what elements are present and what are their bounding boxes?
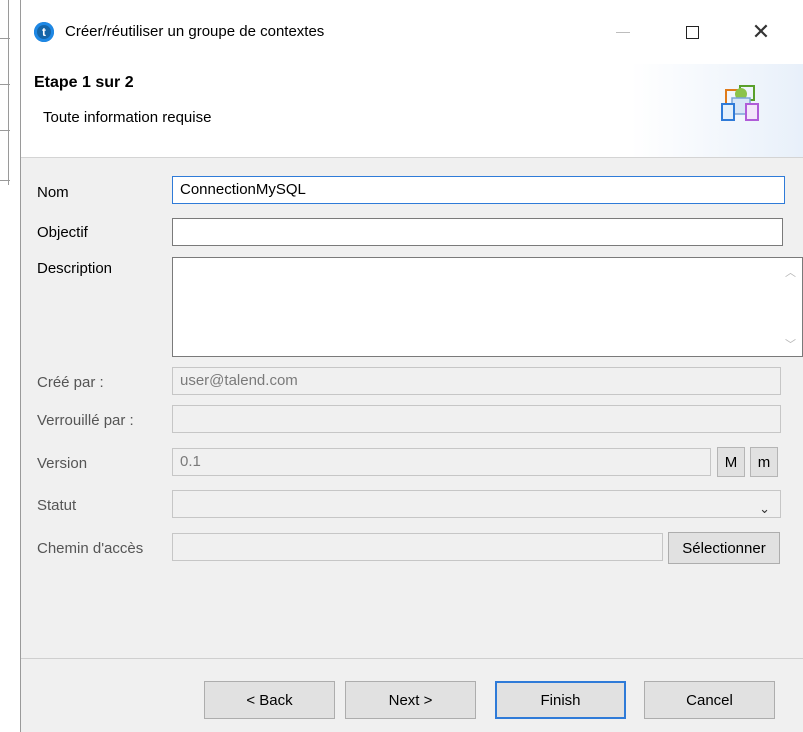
background-tick: [0, 180, 10, 181]
nom-input[interactable]: ConnectionMySQL: [172, 176, 785, 204]
context-group-icon: [721, 85, 759, 121]
finish-button[interactable]: Finish: [495, 681, 626, 719]
close-button[interactable]: ✕: [739, 14, 783, 50]
major-version-button[interactable]: M: [717, 447, 745, 477]
cree-par-field: user@talend.com: [172, 367, 781, 395]
version-field: 0.1: [172, 448, 711, 476]
background-tick: [0, 38, 10, 39]
cree-par-label: Créé par :: [37, 374, 104, 391]
background-tick: [0, 130, 10, 131]
chemin-field: [172, 533, 663, 561]
description-label: Description: [37, 260, 113, 277]
window-title: Créer/réutiliser un groupe de contextes: [65, 23, 325, 40]
chevron-down-icon: ⌄: [759, 501, 770, 516]
create-context-group-dialog: t Créer/réutiliser un groupe de contexte…: [20, 0, 803, 732]
step-subtitle: Toute information requise: [43, 109, 212, 126]
close-icon: ✕: [751, 19, 771, 44]
chemin-label: Chemin d'accès: [37, 540, 144, 557]
nom-label: Nom: [37, 184, 69, 201]
wizard-header: Etape 1 sur 2 Toute information requise: [21, 64, 803, 158]
minor-version-button[interactable]: m: [750, 447, 778, 477]
version-label: Version: [37, 455, 88, 472]
description-textarea[interactable]: ︿ ﹀: [172, 257, 803, 357]
next-button[interactable]: Next >: [345, 681, 476, 719]
background-border: [8, 0, 9, 185]
scroll-down-icon[interactable]: ﹀: [785, 336, 796, 352]
background-tick: [0, 84, 10, 85]
maximize-icon: [685, 25, 699, 39]
statut-select[interactable]: ⌄: [172, 490, 781, 518]
verrouille-par-field: [172, 405, 781, 433]
maximize-button[interactable]: [670, 14, 714, 50]
verrouille-par-label: Verrouillé par :: [37, 412, 134, 429]
statut-label: Statut: [37, 497, 77, 514]
objectif-label: Objectif: [37, 224, 88, 241]
cancel-button[interactable]: Cancel: [644, 681, 775, 719]
minimize-icon: [616, 31, 630, 33]
back-button[interactable]: < Back: [204, 681, 335, 719]
minimize-button[interactable]: [601, 14, 645, 50]
talend-app-icon: t: [34, 22, 54, 42]
selectionner-button[interactable]: Sélectionner: [668, 532, 780, 564]
title-bar: t Créer/réutiliser un groupe de contexte…: [21, 0, 803, 64]
footer-separator: [21, 658, 803, 659]
step-title: Etape 1 sur 2: [34, 74, 134, 91]
objectif-input[interactable]: [172, 218, 783, 246]
scroll-up-icon[interactable]: ︿: [785, 264, 796, 280]
